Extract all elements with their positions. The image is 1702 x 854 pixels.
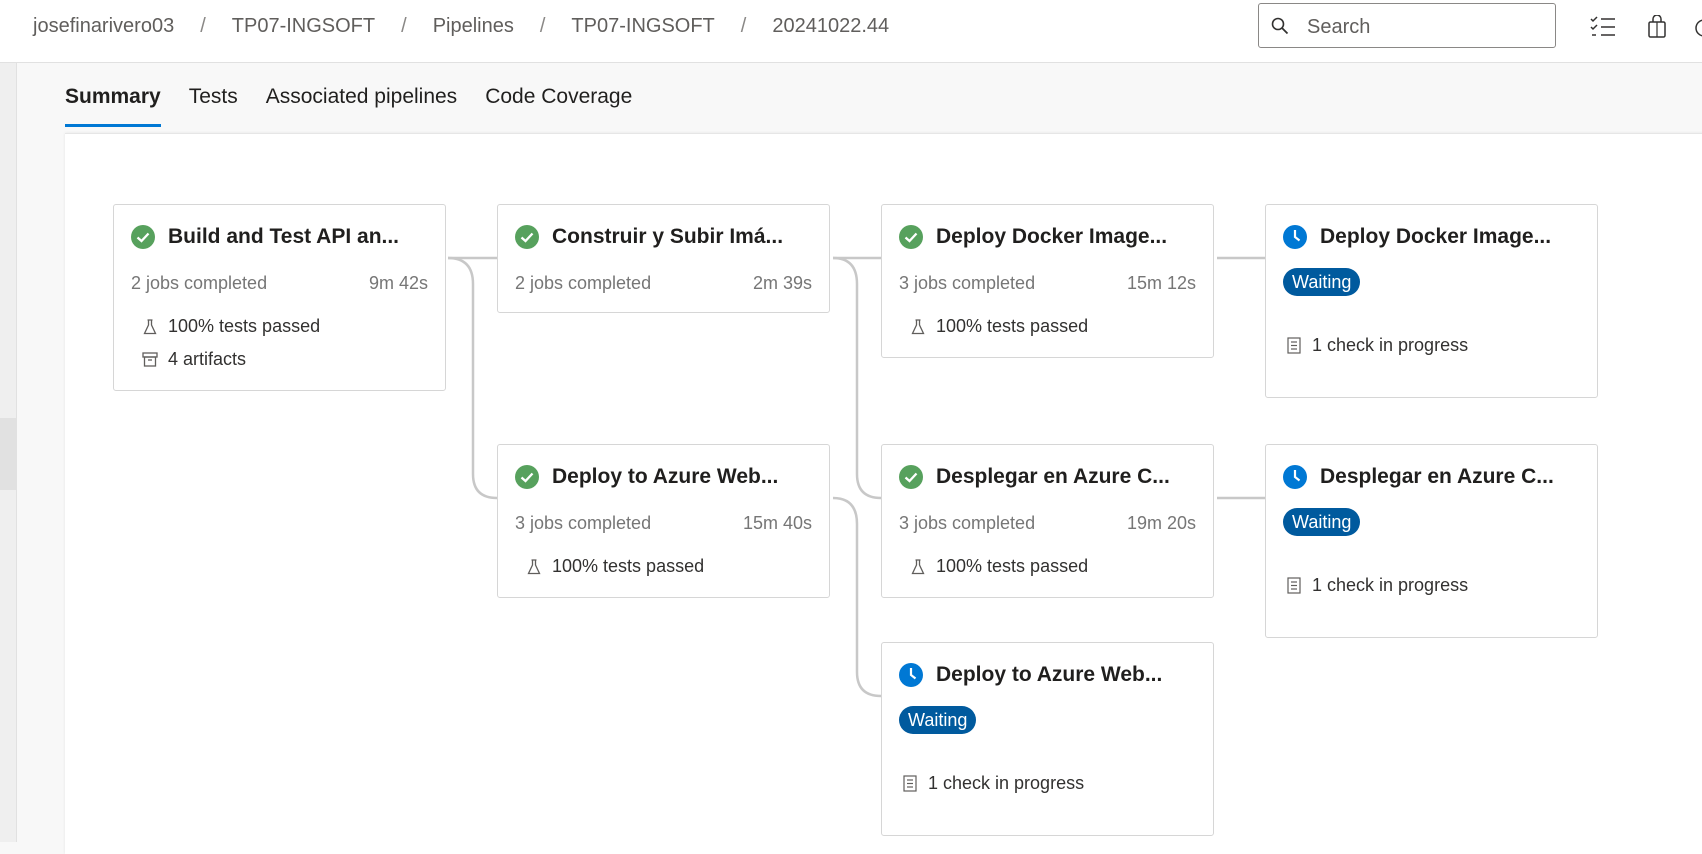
breadcrumb-separator: / xyxy=(740,15,747,37)
flask-icon xyxy=(910,558,926,576)
waiting-badge: Waiting xyxy=(1283,268,1361,296)
jobs-completed-text: 3 jobs completed xyxy=(899,273,1036,293)
clock-icon xyxy=(1283,225,1307,249)
stage-title: Desplegar en Azure C... xyxy=(936,465,1170,488)
left-nav-strip xyxy=(0,63,17,842)
jobs-completed-text: 2 jobs completed xyxy=(515,273,652,293)
breadcrumb-separator: / xyxy=(401,15,407,37)
jobs-completed-text: 2 jobs completed xyxy=(131,273,268,293)
stage-card-construir-y-subir[interactable]: Construir y Subir Imá... 2 jobs complete… xyxy=(497,204,830,313)
jobs-completed-text: 3 jobs completed xyxy=(515,513,652,533)
tests-passed-row[interactable]: 100% tests passed xyxy=(910,316,1088,337)
waiting-badge: Waiting xyxy=(1283,508,1361,536)
stage-card-deploy-to-azure-web[interactable]: Deploy to Azure Web... 3 jobs completed … xyxy=(497,444,830,598)
check-in-progress-row[interactable]: 1 check in progress xyxy=(902,773,1084,794)
left-nav-highlight xyxy=(0,418,16,490)
stage-card-deploy-docker-image-waiting[interactable]: Deploy Docker Image... Waiting 1 check i… xyxy=(1265,204,1598,398)
stage-title: Construir y Subir Imá... xyxy=(552,225,784,248)
flask-icon xyxy=(910,318,926,336)
checklist-icon xyxy=(1286,337,1302,355)
success-check-icon xyxy=(899,465,923,489)
connector-s5-s8 xyxy=(832,496,882,698)
tab-bar: Summary Tests Associated pipelines Code … xyxy=(65,85,660,127)
tab-summary[interactable]: Summary xyxy=(65,85,161,127)
stage-title: Desplegar en Azure C... xyxy=(1320,465,1554,488)
artifact-box-icon xyxy=(142,351,158,369)
pipeline-graph-panel: Build and Test API an... 2 jobs complete… xyxy=(65,133,1702,854)
breadcrumb-run[interactable]: 20241022.44 xyxy=(772,15,889,38)
stage-card-build-and-test[interactable]: Build and Test API an... 2 jobs complete… xyxy=(113,204,446,391)
stage-card-desplegar-en-azure-waiting[interactable]: Desplegar en Azure C... Waiting 1 check … xyxy=(1265,444,1598,638)
tab-associated-pipelines[interactable]: Associated pipelines xyxy=(266,85,457,127)
search-box[interactable] xyxy=(1258,3,1556,48)
breadcrumb-separator: / xyxy=(200,15,206,37)
checklist-icon xyxy=(902,775,918,793)
stage-duration: 15m 12s xyxy=(1126,273,1196,293)
stage-duration: 9m 42s xyxy=(368,273,428,293)
tests-passed-text: 100% tests passed xyxy=(552,556,705,576)
tests-passed-row[interactable]: 100% tests passed xyxy=(910,556,1088,577)
search-icon xyxy=(1271,17,1289,40)
flask-icon xyxy=(526,558,542,576)
stage-card-deploy-docker-image[interactable]: Deploy Docker Image... 3 jobs completed … xyxy=(881,204,1214,358)
breadcrumb-separator: / xyxy=(539,15,546,37)
breadcrumb: josefinarivero03 / TP07-INGSOFT / Pipeli… xyxy=(33,15,889,38)
stage-title: Deploy Docker Image... xyxy=(1320,225,1552,248)
breadcrumb-pipelines[interactable]: Pipelines xyxy=(433,15,514,38)
success-check-icon xyxy=(899,225,923,249)
tab-tests[interactable]: Tests xyxy=(189,85,238,127)
success-check-icon xyxy=(131,225,155,249)
stage-duration: 2m 39s xyxy=(752,273,812,293)
artifacts-row[interactable]: 4 artifacts xyxy=(142,349,246,370)
flask-icon xyxy=(142,318,158,336)
shopping-bag-icon[interactable] xyxy=(1647,14,1667,44)
tests-passed-row[interactable]: 100% tests passed xyxy=(526,556,704,577)
breadcrumb-pipeline[interactable]: TP07-INGSOFT xyxy=(571,15,714,38)
task-list-icon[interactable] xyxy=(1590,15,1616,44)
clock-icon xyxy=(899,663,923,687)
clock-icon xyxy=(1283,465,1307,489)
check-in-progress-text: 1 check in progress xyxy=(1312,575,1469,595)
tests-passed-row[interactable]: 100% tests passed xyxy=(142,316,320,337)
tests-passed-text: 100% tests passed xyxy=(936,556,1089,576)
check-in-progress-row[interactable]: 1 check in progress xyxy=(1286,335,1468,356)
connector-s1-s5 xyxy=(447,256,498,500)
stage-title: Deploy to Azure Web... xyxy=(936,663,1163,686)
breadcrumb-project[interactable]: TP07-INGSOFT xyxy=(232,15,375,38)
waiting-badge: Waiting xyxy=(899,706,977,734)
stage-duration: 15m 40s xyxy=(742,513,812,533)
connector-s2-s6 xyxy=(832,256,882,500)
tab-code-coverage[interactable]: Code Coverage xyxy=(485,85,632,127)
success-check-icon xyxy=(515,465,539,489)
stage-duration: 19m 20s xyxy=(1126,513,1196,533)
stage-card-deploy-to-azure-web-waiting[interactable]: Deploy to Azure Web... Waiting 1 check i… xyxy=(881,642,1214,836)
check-in-progress-text: 1 check in progress xyxy=(928,773,1085,793)
breadcrumb-organization[interactable]: josefinarivero03 xyxy=(33,15,174,38)
success-check-icon xyxy=(515,225,539,249)
artifacts-text: 4 artifacts xyxy=(168,349,247,369)
jobs-completed-text: 3 jobs completed xyxy=(899,513,1036,533)
tests-passed-text: 100% tests passed xyxy=(168,316,321,336)
tests-passed-text: 100% tests passed xyxy=(936,316,1089,336)
checklist-icon xyxy=(1286,577,1302,595)
stage-title: Deploy to Azure Web... xyxy=(552,465,779,488)
check-in-progress-row[interactable]: 1 check in progress xyxy=(1286,575,1468,596)
check-in-progress-text: 1 check in progress xyxy=(1312,335,1469,355)
stage-title: Deploy Docker Image... xyxy=(936,225,1168,248)
stage-title: Build and Test API an... xyxy=(168,225,400,248)
top-header: josefinarivero03 / TP07-INGSOFT / Pipeli… xyxy=(0,0,1702,63)
search-input[interactable] xyxy=(1305,12,1549,42)
help-icon[interactable] xyxy=(1694,18,1702,43)
stage-card-desplegar-en-azure[interactable]: Desplegar en Azure C... 3 jobs completed… xyxy=(881,444,1214,598)
